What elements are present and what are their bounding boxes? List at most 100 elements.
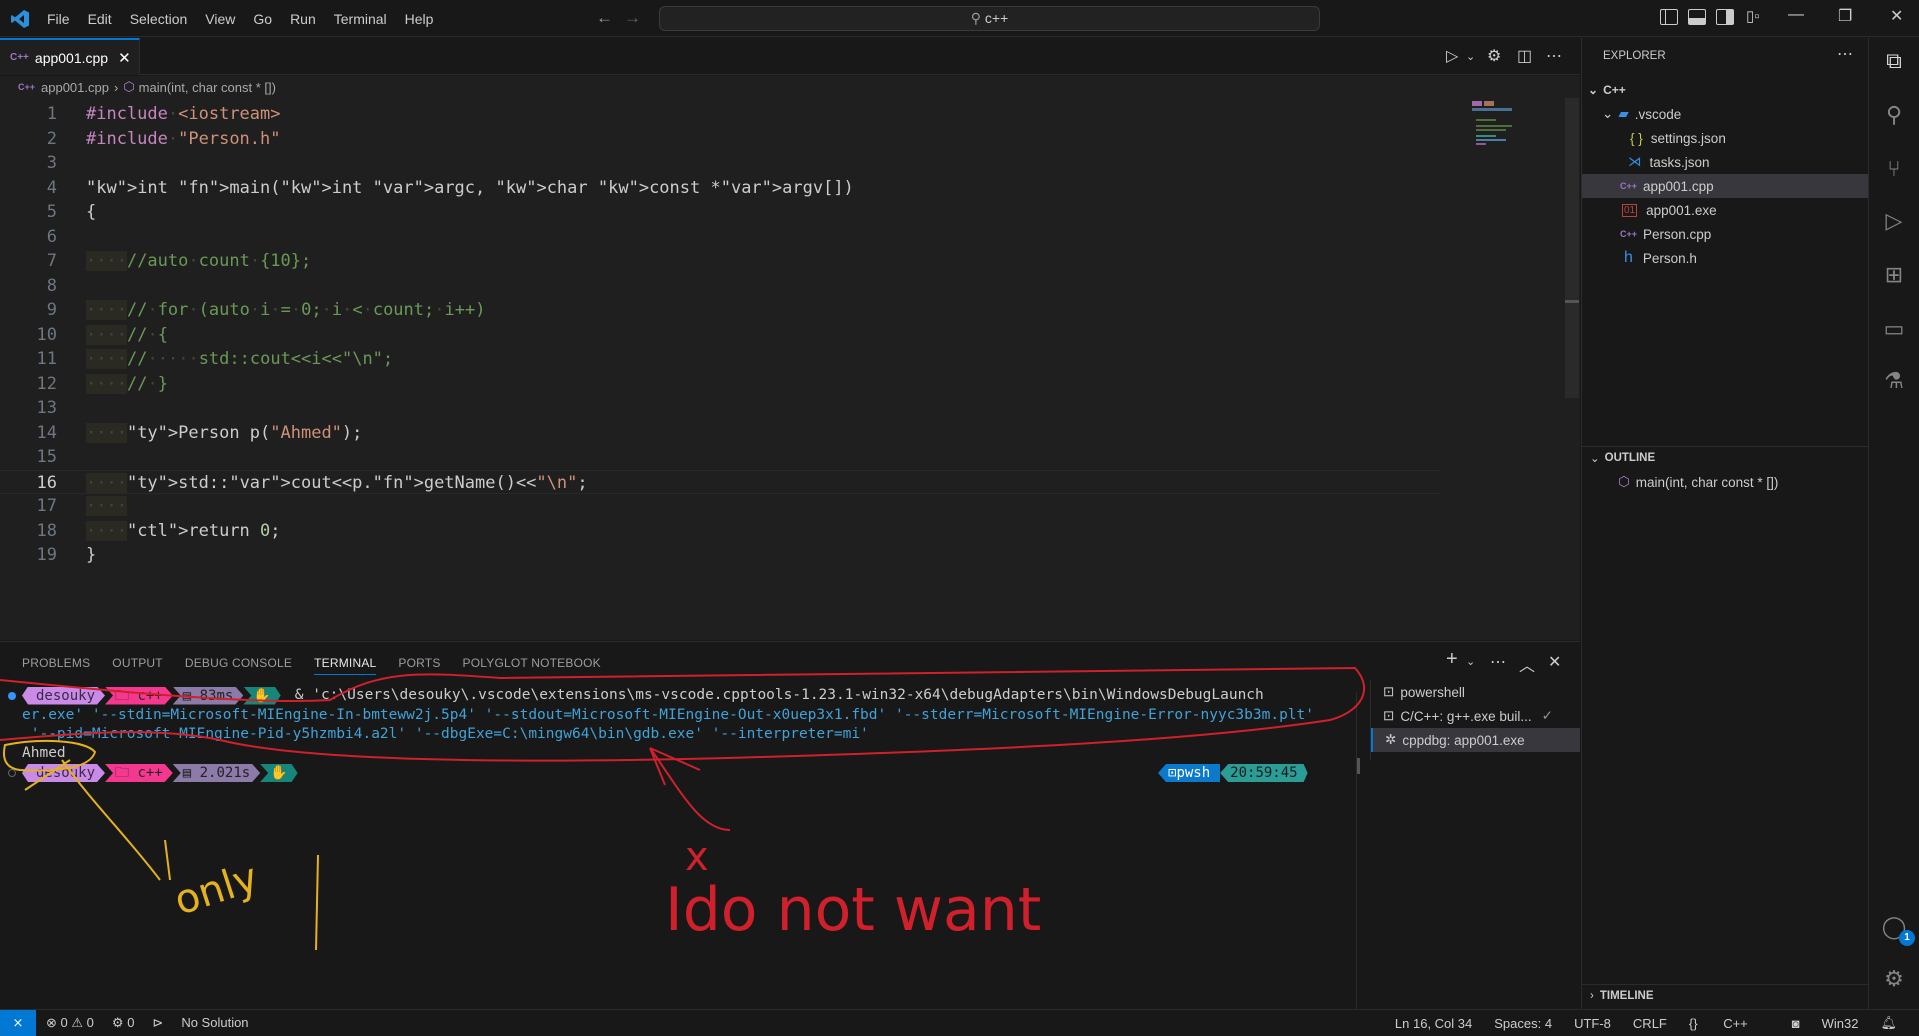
terminal-item-build[interactable]: ⊡ C/C++: g++.exe buil... ✓ <box>1371 704 1580 728</box>
code-line[interactable]: 10 ····//·{ <box>0 323 1440 347</box>
code-line[interactable]: 11 ····//·····std::cout<<i<<"\n"; <box>0 347 1440 371</box>
timeline-header[interactable]: › TIMELINE <box>1582 984 1869 1006</box>
tab-terminal[interactable]: TERMINAL <box>314 656 377 675</box>
code-line[interactable]: 1 #include·<iostream> <box>0 102 1440 126</box>
restore-icon[interactable]: ❐ <box>1838 6 1852 26</box>
explorer-more-icon[interactable]: ⋯ <box>1837 44 1853 64</box>
new-terminal-icon[interactable]: + <box>1446 648 1458 671</box>
toggle-secondary-sidebar-icon[interactable] <box>1716 9 1734 25</box>
code-line[interactable]: 6 <box>0 225 1440 249</box>
menu-go[interactable]: Go <box>244 11 281 27</box>
solution-status[interactable]: No Solution <box>181 1015 248 1030</box>
menu-edit[interactable]: Edit <box>79 11 121 27</box>
terminal-item-cppdbg[interactable]: ✲ cppdbg: app001.exe <box>1371 728 1580 752</box>
maximize-panel-icon[interactable]: ︿ <box>1519 652 1535 676</box>
notifications-bell-icon[interactable]: 🔔︎ <box>1880 1015 1897 1031</box>
code-line[interactable]: 13 <box>0 396 1440 420</box>
run-dropdown-icon[interactable]: ⌄ <box>1466 50 1475 63</box>
debug-launch-icon[interactable]: ⊳ <box>152 1015 163 1031</box>
minimize-icon[interactable]: — <box>1788 6 1804 24</box>
extensions-icon[interactable]: ⊞ <box>1881 262 1907 288</box>
tree-item-app001-cpp[interactable]: C++ app001.cpp <box>1582 174 1869 198</box>
tree-item-tasks-json[interactable]: ⋊ tasks.json <box>1582 150 1869 174</box>
code-line[interactable]: 4 "kw">int "fn">main("kw">int "var">argc,… <box>0 176 1440 200</box>
tab-debug-console[interactable]: DEBUG CONSOLE <box>185 656 292 675</box>
menu-run[interactable]: Run <box>281 11 325 27</box>
outline-item-main[interactable]: ⬡ main(int, char const * []) <box>1582 470 1869 494</box>
code-line[interactable]: 7 ····//auto·count·{10}; <box>0 249 1440 273</box>
code-line[interactable]: 3 <box>0 151 1440 175</box>
tree-item-app001-exe[interactable]: 01 app001.exe <box>1582 198 1869 222</box>
line-ending[interactable]: CRLF <box>1633 1016 1667 1031</box>
customize-layout-icon[interactable]: ▯▫ <box>1746 7 1760 25</box>
tab-output[interactable]: OUTPUT <box>112 656 163 675</box>
tree-item-vscode[interactable]: ⌄ ▰ .vscode <box>1582 102 1869 126</box>
code-text: ····//·} <box>86 373 168 394</box>
language-mode[interactable]: {} C++ <box>1689 1016 1770 1031</box>
menu-file[interactable]: File <box>38 11 79 27</box>
tab-app001-cpp[interactable]: C++ app001.cpp ✕ <box>0 38 140 75</box>
tree-item-person-cpp[interactable]: C++ Person.cpp <box>1582 222 1869 246</box>
tree-item-person-h[interactable]: h Person.h <box>1582 246 1869 270</box>
code-line[interactable]: 12 ····//·} <box>0 372 1440 396</box>
code-line[interactable]: 19} <box>0 543 1440 567</box>
source-control-icon[interactable]: ⑂ <box>1881 156 1907 182</box>
split-editor-icon[interactable]: ◫ <box>1517 46 1532 66</box>
more-actions-icon[interactable]: ⋯ <box>1546 46 1562 66</box>
gear-icon[interactable]: ⚙ <box>1487 46 1501 66</box>
command-center-search[interactable]: ⚲ c++ <box>659 6 1320 31</box>
menu-terminal[interactable]: Terminal <box>325 11 396 27</box>
tab-polyglot-notebook[interactable]: POLYGLOT NOTEBOOK <box>463 656 601 675</box>
problems-status[interactable]: ⊗ 0 ⚠ 0 <box>46 1015 94 1031</box>
code-line[interactable]: 15 <box>0 445 1440 469</box>
remote-indicator-icon[interactable]: ⨯ <box>0 1009 36 1036</box>
outline-header[interactable]: ⌄ OUTLINE <box>1582 446 1869 468</box>
tab-problems[interactable]: PROBLEMS <box>22 656 90 675</box>
folder-root[interactable]: ⌄ C++ <box>1582 78 1869 102</box>
menu-selection[interactable]: Selection <box>121 11 197 27</box>
close-tab-icon[interactable]: ✕ <box>118 49 131 67</box>
forward-arrow-icon[interactable]: → <box>624 8 641 28</box>
back-arrow-icon[interactable]: ← <box>596 8 613 28</box>
close-window-icon[interactable]: ✕ <box>1890 6 1903 26</box>
code-line[interactable]: 5{ <box>0 200 1440 224</box>
indentation[interactable]: Spaces: 4 <box>1494 1016 1552 1031</box>
menu-view[interactable]: View <box>196 11 244 27</box>
code-line[interactable]: 2 #include·"Person.h" <box>0 127 1440 151</box>
breadcrumb-symbol[interactable]: main(int, char const * []) <box>139 80 276 95</box>
tab-ports[interactable]: PORTS <box>398 656 440 675</box>
command-success-dot[interactable] <box>8 691 16 700</box>
more-panel-actions-icon[interactable]: ⋯ <box>1490 652 1506 672</box>
copilot-icon[interactable]: ◙ <box>1792 1016 1800 1031</box>
testing-flask-icon[interactable]: ⚗ <box>1881 368 1907 394</box>
code-line[interactable]: 9 ····//·for·(auto·i·=·0;·i·<·count;·i++) <box>0 298 1440 322</box>
encoding[interactable]: UTF-8 <box>1574 1016 1611 1031</box>
tree-item-settings-json[interactable]: { } settings.json <box>1582 126 1869 150</box>
code-line[interactable]: 16 ····"ty">std::"var">cout<<p."fn">getNa… <box>0 469 1440 494</box>
code-line[interactable]: 14 ····"ty">Person p("Ahmed"); <box>0 421 1440 445</box>
code-text: ····//·for·(auto·i·=·0;·i·<·count;·i++) <box>86 300 486 320</box>
code-line[interactable]: 8 <box>0 274 1440 298</box>
toggle-primary-sidebar-icon[interactable] <box>1660 9 1678 25</box>
ports-status[interactable]: ⚙ 0 <box>112 1015 135 1031</box>
menu-help[interactable]: Help <box>396 11 443 27</box>
code-line[interactable]: 17 ···· <box>0 494 1440 518</box>
terminal-item-powershell[interactable]: ⊡ powershell <box>1371 680 1580 704</box>
close-panel-icon[interactable]: ✕ <box>1548 652 1561 672</box>
explorer-files-icon[interactable]: ⧉ <box>1881 48 1907 74</box>
manage-gear-icon[interactable]: ⚙ <box>1881 966 1907 992</box>
minimap[interactable] <box>1440 98 1565 398</box>
remote-explorer-icon[interactable]: ▭ <box>1881 316 1907 342</box>
code-line[interactable]: 18 ····"ctl">return 0; <box>0 519 1440 543</box>
cursor-position[interactable]: Ln 16, Col 34 <box>1395 1016 1472 1031</box>
terminal-dropdown-icon[interactable]: ⌄ <box>1466 655 1475 668</box>
run-debug-icon[interactable]: ▷ <box>1881 208 1907 234</box>
platform[interactable]: Win32 <box>1822 1016 1859 1031</box>
run-icon[interactable]: ▷ <box>1446 46 1458 66</box>
search-icon[interactable]: ⚲ <box>1881 102 1907 128</box>
code-editor[interactable]: 1 #include·<iostream> 2 #include·"Person.h"… <box>0 98 1580 640</box>
code-text: ····"ty">std::"var">cout<<p."fn">getName… <box>86 472 588 493</box>
toggle-panel-icon[interactable] <box>1688 9 1706 25</box>
editor-scrollbar[interactable] <box>1565 98 1579 398</box>
breadcrumb-file[interactable]: app001.cpp <box>41 80 109 95</box>
